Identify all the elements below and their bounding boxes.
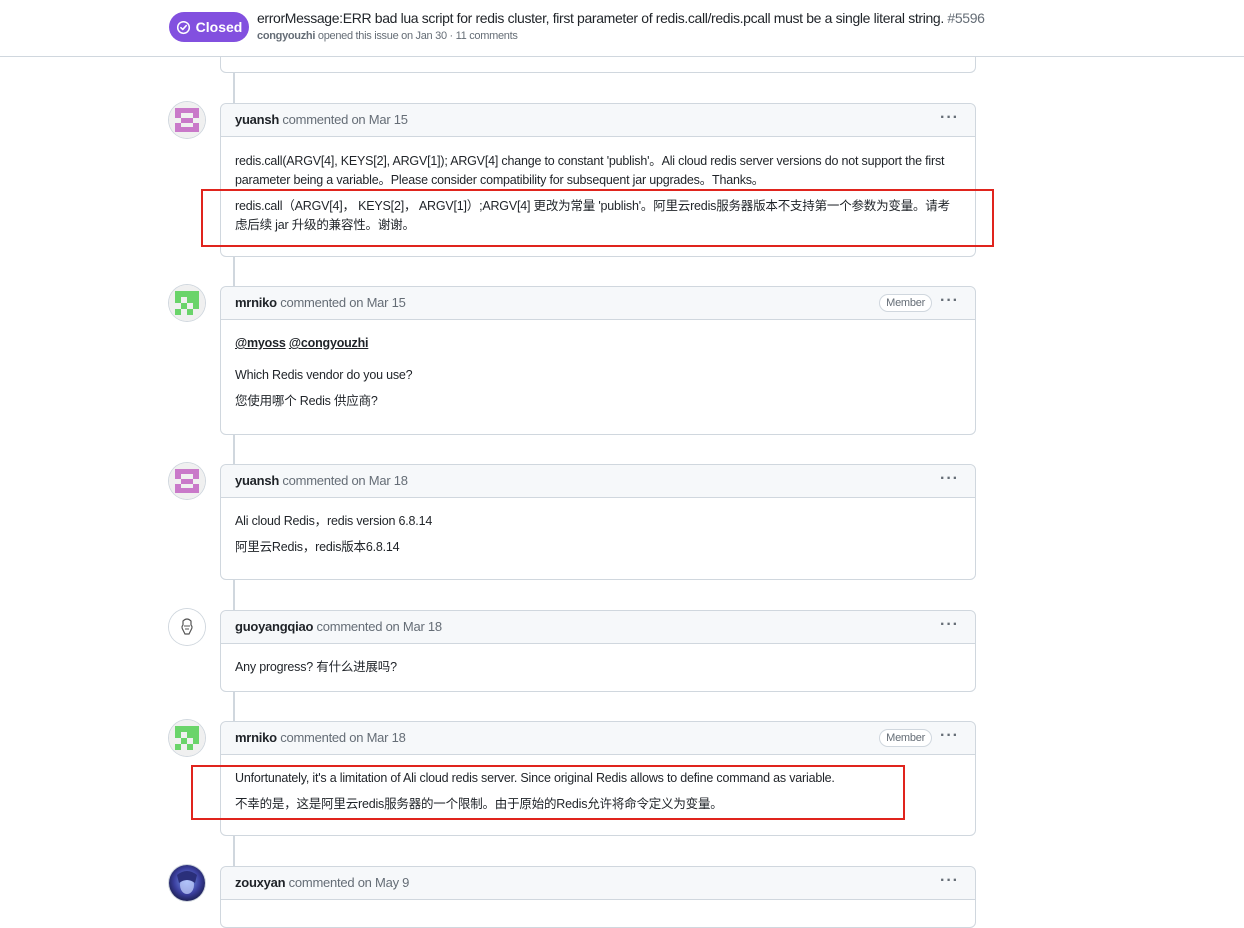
comment-action: commented (280, 295, 346, 310)
issue-closed-icon (176, 20, 190, 34)
comment-byline: guoyangqiao commented on Mar 18 (235, 619, 442, 634)
comment-byline: yuansh commented on Mar 15 (235, 112, 408, 127)
comment-author[interactable]: zouxyan (235, 875, 286, 890)
issue-number: #5596 (947, 10, 985, 26)
comment-paragraph: redis.call(ARGV[4], KEYS[2], ARGV[1]); A… (235, 154, 945, 187)
comment-header: yuansh commented on Mar 18 ··· (221, 465, 975, 498)
issue-title-text[interactable]: errorMessage:ERR bad lua script for redi… (257, 10, 944, 26)
comment-date[interactable]: on Mar 18 (386, 619, 443, 634)
comment-header: yuansh commented on Mar 15 ··· (221, 104, 975, 137)
comment-card: guoyangqiao commented on Mar 18 ··· Any … (220, 610, 976, 692)
highlight-box (201, 189, 994, 247)
comment-action: commented (288, 875, 355, 890)
identicon-avatar (169, 102, 205, 138)
comment-paragraph: Ali cloud Redis，redis version 6.8.14 (235, 514, 433, 528)
comment-paragraph: 阿里云Redis，redis版本6.8.14 (235, 540, 400, 554)
comment-paragraph: Which Redis vendor do you use? (235, 368, 413, 382)
comment-body: Ali cloud Redis，redis version 6.8.14 阿里云… (221, 498, 975, 557)
sketch-avatar (169, 609, 205, 645)
comment-header: mrniko commented on Mar 18 Member ··· (221, 722, 975, 755)
avatar-guoyangqiao[interactable] (169, 609, 205, 645)
comment-byline: mrniko commented on Mar 18 (235, 730, 406, 745)
comment-author[interactable]: mrniko (235, 730, 277, 745)
avatar-yuansh[interactable] (169, 463, 205, 499)
sticky-issue-header: Closed errorMessage:ERR bad lua script f… (0, 0, 1244, 57)
comment-action: commented (280, 730, 346, 745)
comment-byline: yuansh commented on Mar 18 (235, 473, 408, 488)
issue-state-label: Closed (195, 19, 243, 35)
timeline-rail (233, 835, 235, 866)
comment-header: mrniko commented on Mar 15 Member ··· (221, 287, 975, 320)
comment-paragraph: 您使用哪个 Redis 供应商? (235, 394, 378, 408)
kebab-horizontal-icon[interactable]: ··· (940, 727, 959, 745)
comment-card: mrniko commented on Mar 15 Member ··· @m… (220, 286, 976, 435)
issue-opener-link[interactable]: congyouzhi (257, 30, 315, 42)
identicon-avatar (169, 463, 205, 499)
comment-author[interactable]: mrniko (235, 295, 277, 310)
comment-byline: mrniko commented on Mar 15 (235, 295, 406, 310)
kebab-horizontal-icon[interactable]: ··· (940, 470, 959, 488)
comment-action: commented (316, 619, 383, 634)
issue-meta: congyouzhi opened this issue on Jan 30 ·… (257, 30, 518, 42)
comment-card: zouxyan commented on May 9 ··· (220, 866, 976, 928)
mentions-line: @myoss @congyouzhi (235, 334, 961, 353)
avatar-mrniko[interactable] (169, 720, 205, 756)
comment-action: commented (282, 473, 349, 488)
identicon-avatar (169, 285, 205, 321)
mention-link[interactable]: @myoss (235, 336, 286, 350)
comment-body: Any progress? 有什么进展吗? (221, 644, 975, 677)
comment-body: @myoss @congyouzhi Which Redis vendor do… (221, 320, 975, 411)
photo-avatar (169, 865, 205, 901)
issue-state-badge: Closed (169, 12, 249, 42)
comment-header: guoyangqiao commented on Mar 18 ··· (221, 611, 975, 644)
comment-date[interactable]: on Mar 18 (349, 730, 406, 745)
kebab-horizontal-icon[interactable]: ··· (940, 616, 959, 634)
comment-author[interactable]: yuansh (235, 112, 279, 127)
kebab-horizontal-icon[interactable]: ··· (940, 292, 959, 310)
issue-title[interactable]: errorMessage:ERR bad lua script for redi… (257, 10, 985, 26)
comment-date[interactable]: on Mar 15 (349, 295, 406, 310)
identicon-avatar (169, 720, 205, 756)
avatar-zouxyan[interactable] (169, 865, 205, 901)
timeline-rail (233, 434, 235, 465)
timeline-rail (233, 256, 235, 286)
comment-action: commented (282, 112, 349, 127)
comment-date[interactable]: on Mar 15 (351, 112, 408, 127)
comment-date[interactable]: on May 9 (358, 875, 410, 890)
member-badge: Member (879, 294, 932, 312)
member-badge: Member (879, 729, 932, 747)
kebab-horizontal-icon[interactable]: ··· (940, 109, 959, 127)
mention-link[interactable]: @congyouzhi (289, 336, 369, 350)
comment-byline: zouxyan commented on May 9 (235, 875, 409, 890)
timeline-rail (233, 691, 235, 722)
comment-card: yuansh commented on Mar 18 ··· Ali cloud… (220, 464, 976, 580)
avatar-mrniko[interactable] (169, 285, 205, 321)
comment-header: zouxyan commented on May 9 ··· (221, 867, 975, 900)
timeline-rail (233, 579, 235, 610)
highlight-box (191, 765, 905, 820)
issue-meta-text: opened this issue on Jan 30 · 11 comment… (317, 30, 518, 42)
comment-author[interactable]: yuansh (235, 473, 279, 488)
timeline-rail (233, 72, 235, 104)
comment-paragraph: Any progress? 有什么进展吗? (235, 660, 397, 674)
comment-date[interactable]: on Mar 18 (351, 473, 408, 488)
avatar-yuansh[interactable] (169, 102, 205, 138)
comment-author[interactable]: guoyangqiao (235, 619, 313, 634)
kebab-horizontal-icon[interactable]: ··· (940, 872, 959, 890)
